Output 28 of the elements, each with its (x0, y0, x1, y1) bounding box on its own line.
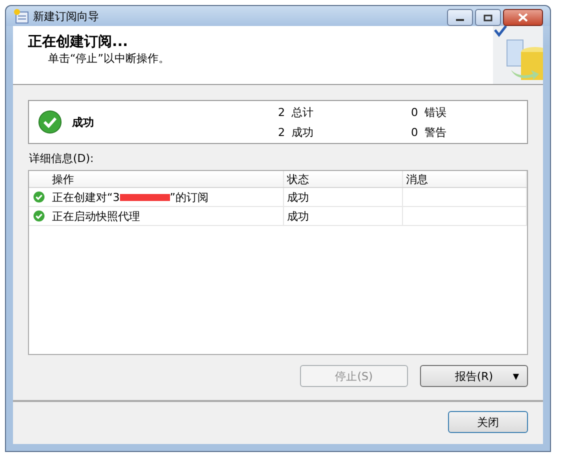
redaction-mark (120, 194, 170, 200)
table-row[interactable]: 正在创建对“3 ”的订阅 成功 (29, 188, 527, 207)
wizard-icon (13, 8, 29, 24)
table-cell: 成功 (287, 208, 309, 224)
column-header[interactable]: 消息 (403, 171, 527, 187)
report-button[interactable]: 报告(R) ▼ (420, 365, 528, 387)
maximize-button[interactable] (475, 9, 501, 26)
table-cell: 正在启动快照代理 (52, 208, 140, 224)
column-header[interactable]: 操作 (49, 171, 284, 187)
table-cell: 正在创建对“3 (52, 190, 120, 204)
status-text: 成功 (72, 114, 94, 130)
close-icon (518, 13, 528, 22)
window-title: 新建订阅向导 (33, 8, 100, 24)
table-cell: 成功 (287, 190, 309, 204)
table-cell: ”的订阅 (170, 190, 208, 204)
close-dialog-button[interactable]: 关闭 (448, 411, 528, 433)
count-text: 2 成功 (278, 125, 314, 140)
maximize-icon (483, 14, 493, 22)
close-button[interactable] (503, 9, 543, 26)
column-header[interactable]: 状态 (284, 171, 403, 187)
table-row[interactable]: 正在启动快照代理 成功 (29, 207, 527, 226)
details-label: 详细信息(D): (29, 151, 95, 166)
instruction-text: 单击“停止”以中断操作。 (47, 51, 170, 66)
count-text: 0 警告 (411, 125, 446, 140)
count-text: 2 总计 (278, 105, 314, 120)
page-title: 正在创建订阅... (28, 33, 129, 51)
minimize-button[interactable] (447, 9, 473, 26)
count-text: 0 错误 (411, 105, 446, 120)
